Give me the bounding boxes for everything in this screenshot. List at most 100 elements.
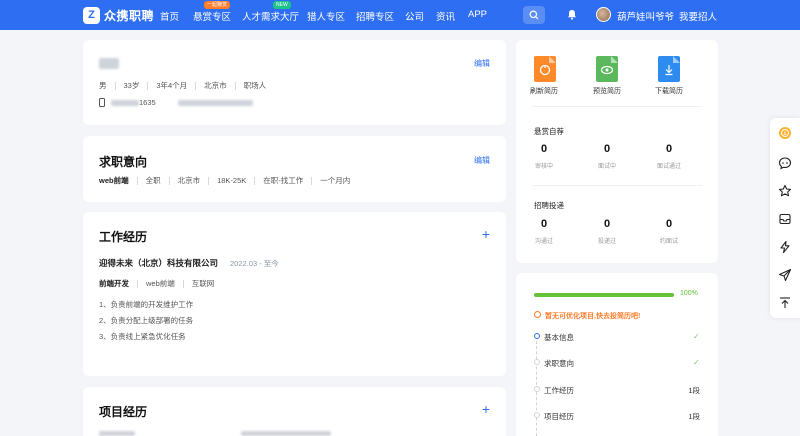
delivery-applied-count[interactable]: 0 bbox=[592, 218, 622, 230]
step-basic-info[interactable]: 基本信息 bbox=[544, 332, 574, 343]
svg-text:$: $ bbox=[783, 131, 786, 137]
preview-resume-label[interactable]: 预览简历 bbox=[587, 86, 627, 96]
work-position: web前端 bbox=[146, 279, 175, 288]
completion-percent: 100% bbox=[680, 290, 698, 297]
refresh-resume-icon[interactable] bbox=[534, 56, 556, 82]
profile-city: 北京市 bbox=[204, 81, 227, 90]
bounty-passed-label: 面试通过 bbox=[656, 164, 681, 170]
back-to-top-icon[interactable] bbox=[778, 296, 792, 310]
nav-bounty-badge: 一起赚赏 bbox=[204, 1, 231, 9]
bounty-reviewing-count[interactable]: 0 bbox=[529, 143, 559, 155]
work-meta-row: 前端开发 web前端 互联网 bbox=[99, 278, 214, 289]
delivery-title: 招聘投递 bbox=[534, 201, 564, 210]
work-duty-1: 1、负责前端的开发维护工作 bbox=[99, 300, 194, 309]
project-name-redacted bbox=[99, 431, 135, 436]
nav-home[interactable]: 首页 bbox=[160, 9, 179, 23]
recruit-link[interactable]: 我要招人 bbox=[679, 9, 717, 23]
bounty-title: 悬赏自荐 bbox=[534, 127, 564, 136]
intention-city: 北京市 bbox=[177, 176, 201, 185]
delivery-applied-label: 投递过 bbox=[597, 239, 616, 245]
search-button[interactable] bbox=[523, 6, 545, 24]
add-work-button[interactable]: + bbox=[482, 227, 490, 241]
profile-edit-button[interactable]: 编辑 bbox=[474, 58, 490, 69]
refresh-resume-label[interactable]: 刷新简历 bbox=[524, 86, 564, 96]
resume-panel: 刷新简历 预览简历 下载简历 悬赏自荐 0 审核中 0 面试中 0 面试通过 招… bbox=[516, 40, 718, 263]
step-dot-basic bbox=[534, 333, 540, 339]
bounty-interview-label: 面试中 bbox=[597, 164, 616, 170]
send-icon[interactable] bbox=[778, 268, 792, 282]
intention-arrival: 一个月内 bbox=[320, 176, 351, 185]
step-work-count: 1段 bbox=[688, 386, 700, 395]
add-project-button[interactable]: + bbox=[482, 402, 490, 416]
project-title: 项目经历 bbox=[99, 405, 148, 419]
download-resume-label[interactable]: 下载简历 bbox=[649, 86, 689, 96]
step-dot-work bbox=[534, 386, 540, 392]
preview-resume-icon[interactable] bbox=[596, 56, 618, 82]
nav-hunter[interactable]: 猎人专区 bbox=[307, 9, 345, 23]
intention-row: web前端 全职 北京市 18K-25K 在职-找工作 一个月内 bbox=[99, 175, 350, 186]
work-dept: 前端开发 bbox=[99, 279, 129, 288]
logo-icon: Z bbox=[83, 7, 100, 24]
hint-icon bbox=[534, 311, 541, 318]
profile-identity: 职场人 bbox=[243, 81, 267, 90]
floating-toolbar: $ bbox=[770, 118, 800, 318]
phone-icon bbox=[99, 98, 105, 107]
bounty-reviewing-label: 审核中 bbox=[534, 164, 553, 170]
work-company: 迎得未来（北京）科技有限公司 bbox=[99, 258, 219, 268]
step-project-experience[interactable]: 项目经历 bbox=[544, 411, 574, 422]
nav-recruitment[interactable]: 招聘专区 bbox=[356, 9, 394, 23]
profile-contact-row: 1635 bbox=[99, 98, 253, 107]
delivery-interview-count[interactable]: 0 bbox=[654, 218, 684, 230]
work-period: 2022.03 - 至今 bbox=[230, 258, 279, 268]
star-icon[interactable] bbox=[778, 184, 792, 198]
coin-icon[interactable]: $ bbox=[778, 126, 792, 140]
nav-news[interactable]: 资讯 bbox=[436, 9, 455, 23]
intention-card: 求职意向 编辑 web前端 全职 北京市 18K-25K 在职-找工作 一个月内 bbox=[83, 136, 506, 202]
completion-hint: 暂无可优化项目,快去投简历吧! bbox=[545, 313, 641, 320]
nav-bounty[interactable]: 悬赏专区 bbox=[193, 9, 231, 23]
profile-gender: 男 bbox=[99, 81, 107, 90]
bell-icon[interactable] bbox=[567, 9, 577, 20]
intention-salary: 18K-25K bbox=[217, 176, 247, 185]
step-dot-project bbox=[534, 412, 540, 418]
delivery-contacted-count[interactable]: 0 bbox=[529, 218, 559, 230]
chat-icon[interactable] bbox=[778, 156, 792, 170]
intention-status: 在职-找工作 bbox=[263, 176, 304, 185]
flash-icon[interactable] bbox=[778, 240, 792, 254]
intention-title: 求职意向 bbox=[99, 155, 148, 169]
work-duty-2: 2、负责分配上级部署的任务 bbox=[99, 316, 194, 325]
completion-progress-track bbox=[534, 293, 674, 297]
nav-app[interactable]: APP bbox=[468, 9, 487, 20]
user-name[interactable]: 葫芦娃叫爷爷 bbox=[617, 9, 674, 23]
name-redacted bbox=[99, 58, 119, 69]
intention-edit-button[interactable]: 编辑 bbox=[474, 155, 490, 166]
step-job-intention[interactable]: 求职意向 bbox=[544, 358, 574, 369]
work-duty-3: 3、负责线上紧急优化任务 bbox=[99, 332, 186, 341]
bounty-interview-count[interactable]: 0 bbox=[592, 143, 622, 155]
work-industry: 互联网 bbox=[191, 279, 215, 288]
inbox-icon[interactable] bbox=[778, 212, 792, 226]
nav-talent-badge: NEW bbox=[273, 1, 291, 9]
bounty-passed-count[interactable]: 0 bbox=[654, 143, 684, 155]
intention-position: web前端 bbox=[99, 176, 129, 185]
delivery-contacted-label: 沟通过 bbox=[534, 239, 553, 245]
nav-company[interactable]: 公司 bbox=[405, 9, 424, 23]
step-intention-check: ✓ bbox=[693, 358, 700, 367]
logo-text: 众携职聘 bbox=[104, 9, 155, 23]
logo[interactable]: Z 众携职聘 bbox=[83, 7, 154, 24]
avatar[interactable] bbox=[596, 7, 611, 22]
nav-talent-hall[interactable]: 人才需求大厅 bbox=[242, 9, 299, 23]
completion-progress-fill bbox=[534, 293, 674, 297]
step-work-experience[interactable]: 工作经历 bbox=[544, 385, 574, 396]
work-card: 工作经历 + 迎得未来（北京）科技有限公司 2022.03 - 至今 前端开发 … bbox=[83, 212, 506, 376]
profile-experience: 3年4个月 bbox=[156, 81, 188, 90]
step-project-count: 1段 bbox=[688, 412, 700, 421]
search-icon bbox=[529, 10, 539, 20]
profile-card: 编辑 男 33岁 3年4个月 北京市 职场人 1635 bbox=[83, 40, 506, 125]
work-title: 工作经历 bbox=[99, 230, 148, 244]
phone-redacted bbox=[111, 99, 139, 106]
email-redacted bbox=[177, 99, 253, 106]
profile-age: 33岁 bbox=[123, 81, 140, 90]
project-url-redacted bbox=[241, 431, 331, 436]
download-resume-icon[interactable] bbox=[658, 56, 680, 82]
